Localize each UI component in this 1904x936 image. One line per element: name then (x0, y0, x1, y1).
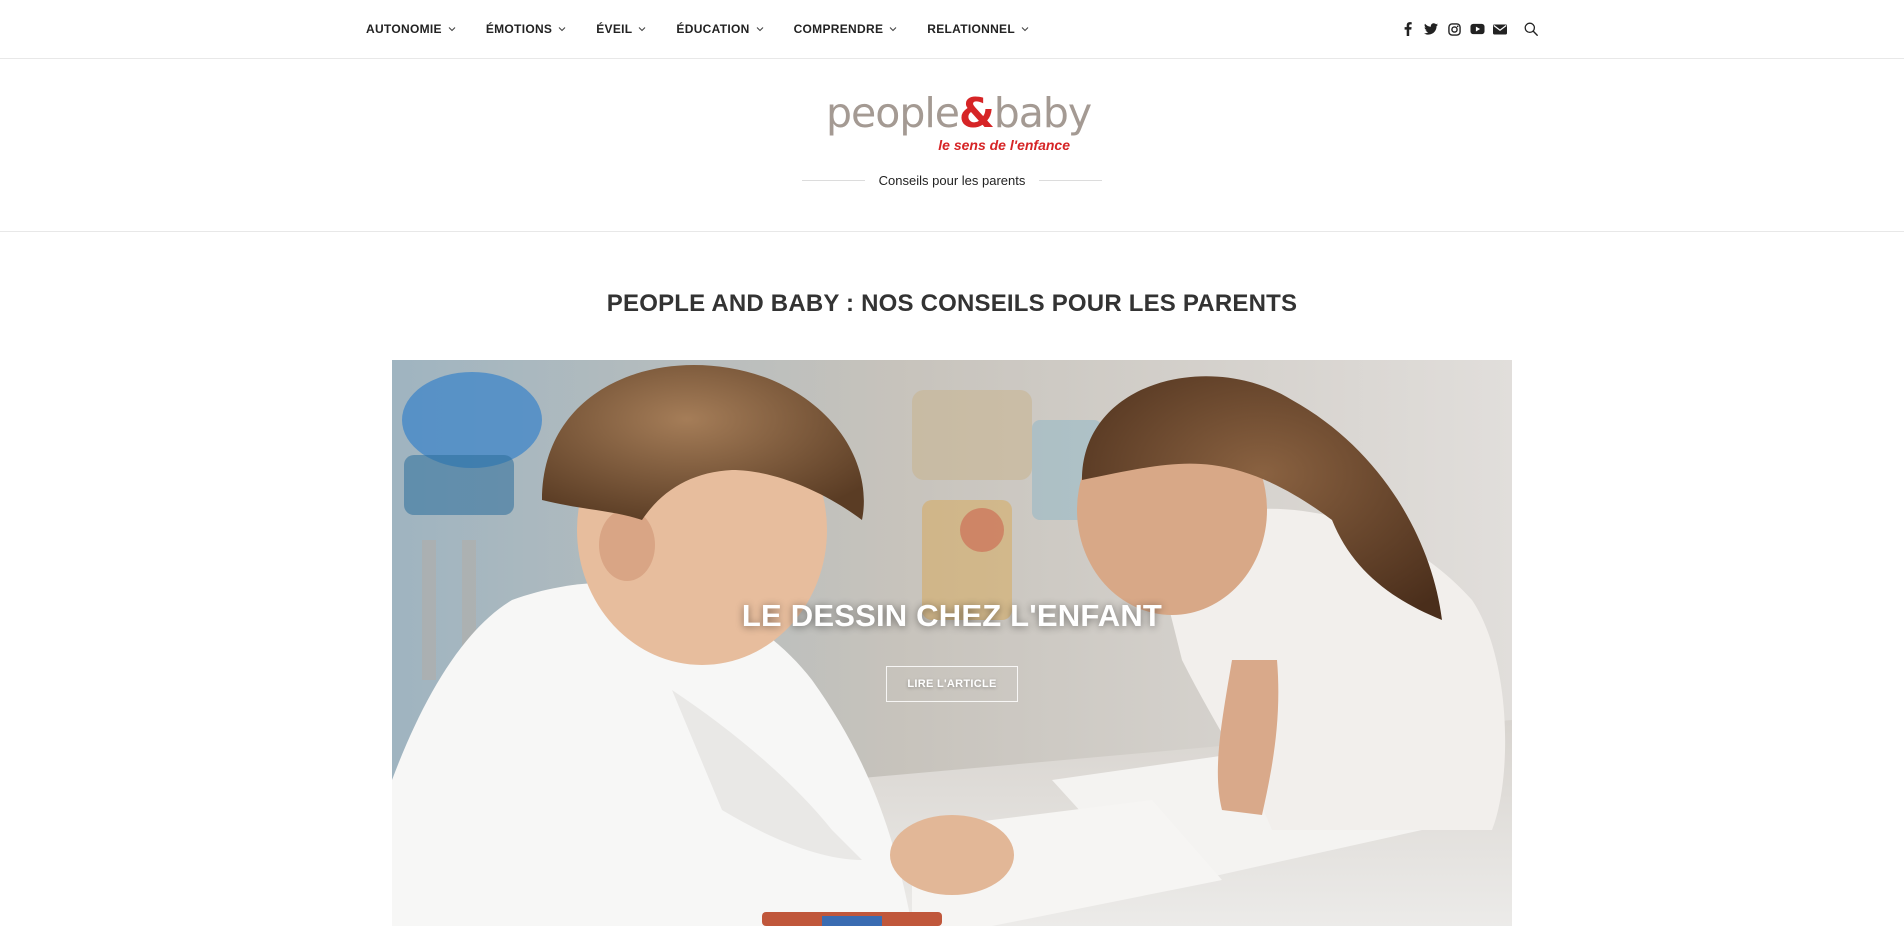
logo-ampersand: & (958, 89, 995, 137)
nav-item-label: ÉMOTIONS (485, 22, 553, 36)
read-article-button[interactable]: LIRE L'ARTICLE (886, 666, 1018, 702)
nav-item-emotions[interactable]: ÉMOTIONS (486, 22, 566, 36)
instagram-icon[interactable] (1446, 21, 1462, 37)
social-links (1400, 0, 1546, 58)
logo-word-baby: baby (993, 89, 1092, 137)
divider (802, 179, 865, 181)
twitter-icon[interactable] (1423, 21, 1439, 37)
hero-article-title[interactable]: LE DESSIN CHEZ L'ENFANT (392, 598, 1512, 634)
hero-image (392, 360, 1512, 926)
main-menu: AUTONOMIE ÉMOTIONS ÉVEIL ÉDUCATION COMPR… (366, 0, 1059, 58)
nav-item-label: COMPRENDRE (793, 22, 884, 36)
page-title: PEOPLE AND BABY : NOS CONSEILS POUR LES … (606, 290, 1298, 317)
site-tagline: Conseils pour les parents (878, 172, 1026, 188)
email-icon[interactable] (1492, 21, 1508, 37)
logo-wordmark: people&baby (826, 93, 1092, 134)
tagline-container: Conseils pour les parents (802, 170, 1103, 190)
chevron-down-icon (448, 27, 456, 32)
nav-item-eveil[interactable]: ÉVEIL (596, 22, 646, 36)
nav-item-label: AUTONOMIE (366, 22, 442, 36)
site-logo[interactable]: people&baby le sens de l'enfance (826, 93, 1092, 155)
youtube-icon[interactable] (1469, 21, 1485, 37)
nav-item-label: ÉVEIL (596, 22, 633, 36)
facebook-icon[interactable] (1400, 21, 1416, 37)
search-icon[interactable] (1523, 21, 1539, 37)
chevron-down-icon (889, 27, 897, 32)
logo-word-people: people (826, 89, 960, 137)
top-navigation-bar: AUTONOMIE ÉMOTIONS ÉVEIL ÉDUCATION COMPR… (0, 0, 1904, 59)
featured-article-hero[interactable]: LE DESSIN CHEZ L'ENFANT LIRE L'ARTICLE (392, 360, 1512, 926)
chevron-down-icon (639, 27, 646, 32)
nav-item-comprendre[interactable]: COMPRENDRE (794, 22, 898, 36)
chevron-down-icon (756, 27, 763, 32)
nav-item-education[interactable]: ÉDUCATION (676, 22, 763, 36)
nav-item-autonomie[interactable]: AUTONOMIE (366, 22, 456, 36)
logo-subtitle: le sens de l'enfance (938, 137, 1070, 153)
chevron-down-icon (558, 27, 566, 32)
nav-item-label: ÉDUCATION (676, 22, 750, 36)
site-header: people&baby le sens de l'enfance Conseil… (0, 59, 1904, 232)
nav-item-relationnel[interactable]: RELATIONNEL (927, 22, 1029, 36)
divider (1039, 179, 1103, 181)
nav-item-label: RELATIONNEL (927, 22, 1015, 36)
chevron-down-icon (1021, 27, 1029, 32)
